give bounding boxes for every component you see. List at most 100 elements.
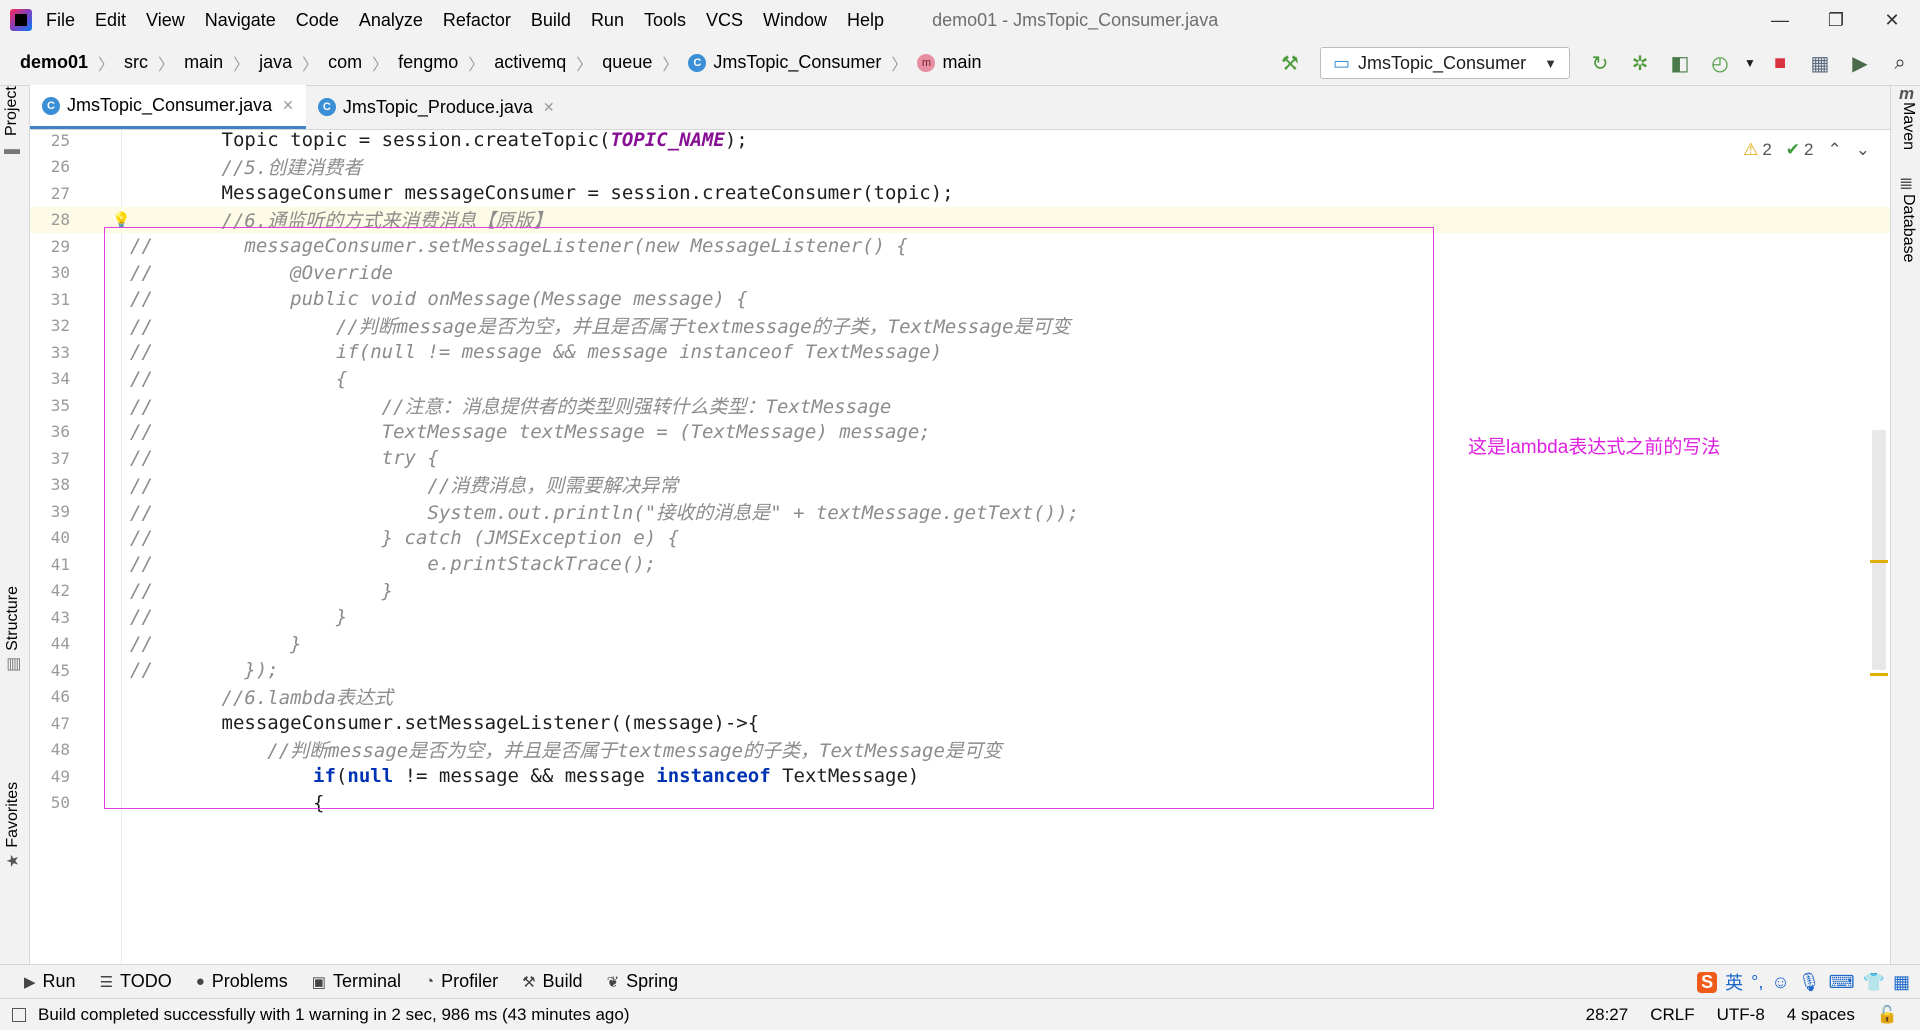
code-line[interactable]: 48 //判断message是否为空，并且是否属于textmessage的子类，…	[30, 737, 1890, 764]
breadcrumb-item[interactable]: m main	[917, 52, 981, 73]
code-text[interactable]: // if(null != message && message instanc…	[130, 341, 942, 363]
code-text[interactable]: //5.创建消费者	[130, 153, 363, 180]
code-text[interactable]: // }	[130, 580, 393, 602]
editor-scrollbar[interactable]	[1868, 130, 1890, 964]
line-number[interactable]: 33	[30, 343, 70, 362]
menu-refactor[interactable]: Refactor	[443, 10, 511, 31]
ime-language-label[interactable]: 英	[1725, 969, 1743, 995]
code-text[interactable]: // {	[130, 368, 347, 390]
code-text[interactable]: // TextMessage textMessage = (TextMessag…	[130, 421, 931, 443]
restore-icon[interactable]: ❐	[1808, 0, 1864, 40]
close-tab-icon[interactable]: ✕	[543, 99, 555, 116]
debug-icon[interactable]: ✲	[1620, 40, 1660, 86]
code-line[interactable]: 31 // public void onMessage(Message messa…	[30, 286, 1890, 313]
rerun-icon[interactable]: ↻	[1580, 40, 1620, 86]
tool-window-problems[interactable]: ● Problems	[196, 971, 288, 992]
code-line[interactable]: 28 //6.通监听的方式来消费消息【原版】 💡	[30, 206, 1890, 233]
caret-position[interactable]: 28:27	[1586, 1005, 1629, 1025]
run-configuration-select[interactable]: ▭ JmsTopic_Consumer ▼	[1320, 47, 1570, 79]
tool-window-profiler[interactable]: ◔ Profiler	[425, 971, 498, 992]
line-number[interactable]: 41	[30, 555, 70, 574]
code-text[interactable]: //6.lambda表达式	[130, 683, 393, 710]
line-number[interactable]: 50	[30, 793, 70, 812]
line-number[interactable]: 48	[30, 740, 70, 759]
menu-file[interactable]: File	[46, 10, 75, 31]
profile-icon[interactable]: ◴	[1700, 40, 1740, 86]
maven-tool-tab[interactable]: Maven	[1899, 102, 1917, 150]
keyboard-icon[interactable]: ⌨	[1829, 972, 1855, 993]
search-icon[interactable]: ⌕	[1880, 40, 1920, 86]
sogou-ime-icon[interactable]: S	[1697, 971, 1718, 993]
code-line[interactable]: 35 // //注意：消息提供者的类型则强转什么类型：TextMessage	[30, 392, 1890, 419]
code-line[interactable]: 47 messageConsumer.setMessageListener((m…	[30, 710, 1890, 737]
menu-navigate[interactable]: Navigate	[205, 10, 276, 31]
tool-window-build[interactable]: ⚒ Build	[522, 971, 582, 992]
menu-run[interactable]: Run	[591, 10, 624, 31]
code-text[interactable]: // e.printStackTrace();	[130, 553, 656, 575]
ime-menu-icon[interactable]: ▦	[1893, 972, 1910, 993]
code-text[interactable]: // //消费消息，则需要解决异常	[130, 471, 678, 498]
code-line[interactable]: 43 // }	[30, 604, 1890, 631]
project-tool-tab[interactable]: ▬ Project	[3, 86, 21, 158]
line-number[interactable]: 46	[30, 687, 70, 706]
line-number[interactable]: 39	[30, 502, 70, 521]
more-run-chevron-icon[interactable]: ▼	[1740, 40, 1760, 86]
favorites-tool-tab[interactable]: ★ Favorites	[3, 782, 23, 868]
tool-window-spring[interactable]: ❦ Spring	[607, 971, 679, 992]
breadcrumb-item[interactable]: fengmo	[398, 52, 458, 73]
warning-stripe-marker[interactable]	[1870, 673, 1888, 676]
code-text[interactable]: Topic topic = session.createTopic(TOPIC_…	[130, 130, 748, 151]
close-icon[interactable]: ✕	[1864, 0, 1920, 40]
line-number[interactable]: 35	[30, 396, 70, 415]
line-number[interactable]: 42	[30, 581, 70, 600]
code-text[interactable]: {	[130, 792, 324, 814]
code-line[interactable]: 46 //6.lambda表达式	[30, 684, 1890, 711]
code-line[interactable]: 44 // }	[30, 631, 1890, 658]
breadcrumb-item[interactable]: java	[259, 52, 292, 73]
line-number[interactable]: 37	[30, 449, 70, 468]
breadcrumb-item[interactable]: com	[328, 52, 362, 73]
breadcrumb-item[interactable]: queue	[602, 52, 652, 73]
skin-icon[interactable]: 👕	[1863, 972, 1885, 993]
menu-edit[interactable]: Edit	[95, 10, 126, 31]
code-text[interactable]: MessageConsumer messageConsumer = sessio…	[130, 182, 954, 204]
code-text[interactable]: // System.out.println("接收的消息是" + textMes…	[130, 498, 1079, 525]
code-text[interactable]: // try {	[130, 447, 439, 469]
code-line[interactable]: 50 {	[30, 790, 1890, 817]
code-text[interactable]: // });	[130, 659, 279, 681]
microphone-icon[interactable]: 🎙	[1798, 972, 1821, 993]
line-number[interactable]: 27	[30, 184, 70, 203]
run-anything-icon[interactable]: ▶	[1840, 40, 1880, 86]
file-encoding[interactable]: UTF-8	[1717, 1005, 1765, 1025]
breadcrumb-item[interactable]: src	[124, 52, 148, 73]
line-number[interactable]: 30	[30, 263, 70, 282]
code-line[interactable]: 49 if(null != message && message instanc…	[30, 763, 1890, 790]
close-tab-icon[interactable]: ✕	[282, 97, 294, 114]
code-line[interactable]: 27 MessageConsumer messageConsumer = ses…	[30, 180, 1890, 207]
inspection-widget[interactable]: ⚠ 2 ✔ 2 ⌃ ⌄	[1743, 140, 1870, 160]
tab-jmstopic-produce[interactable]: C JmsTopic_Produce.java ✕	[306, 85, 567, 129]
menu-vcs[interactable]: VCS	[706, 10, 743, 31]
tab-jmstopic-consumer[interactable]: C JmsTopic_Consumer.java ✕	[30, 85, 306, 129]
menu-tools[interactable]: Tools	[644, 10, 686, 31]
project-structure-icon[interactable]: ▦	[1800, 40, 1840, 86]
menu-window[interactable]: Window	[763, 10, 827, 31]
code-text[interactable]: if(null != message && message instanceof…	[130, 765, 919, 787]
line-number[interactable]: 26	[30, 157, 70, 176]
status-message[interactable]: Build completed successfully with 1 warn…	[12, 1005, 630, 1025]
line-number[interactable]: 36	[30, 422, 70, 441]
code-line[interactable]: 40 // } catch (JMSException e) {	[30, 525, 1890, 552]
line-number[interactable]: 25	[30, 131, 70, 150]
code-text[interactable]: //6.通监听的方式来消费消息【原版】	[130, 206, 553, 233]
menu-help[interactable]: Help	[847, 10, 884, 31]
tool-window-run[interactable]: ▶ Run	[24, 971, 76, 992]
code-line[interactable]: 26 //5.创建消费者	[30, 154, 1890, 181]
warning-stripe-marker[interactable]	[1870, 560, 1888, 563]
code-text[interactable]: // //注意：消息提供者的类型则强转什么类型：TextMessage	[130, 392, 891, 419]
previous-highlight-icon[interactable]: ⌃	[1828, 140, 1842, 160]
line-number[interactable]: 29	[30, 237, 70, 256]
menu-build[interactable]: Build	[531, 10, 571, 31]
code-text[interactable]: // public void onMessage(Message message…	[130, 288, 748, 310]
code-text[interactable]: // @Override	[130, 262, 393, 284]
code-line[interactable]: 41 // e.printStackTrace();	[30, 551, 1890, 578]
